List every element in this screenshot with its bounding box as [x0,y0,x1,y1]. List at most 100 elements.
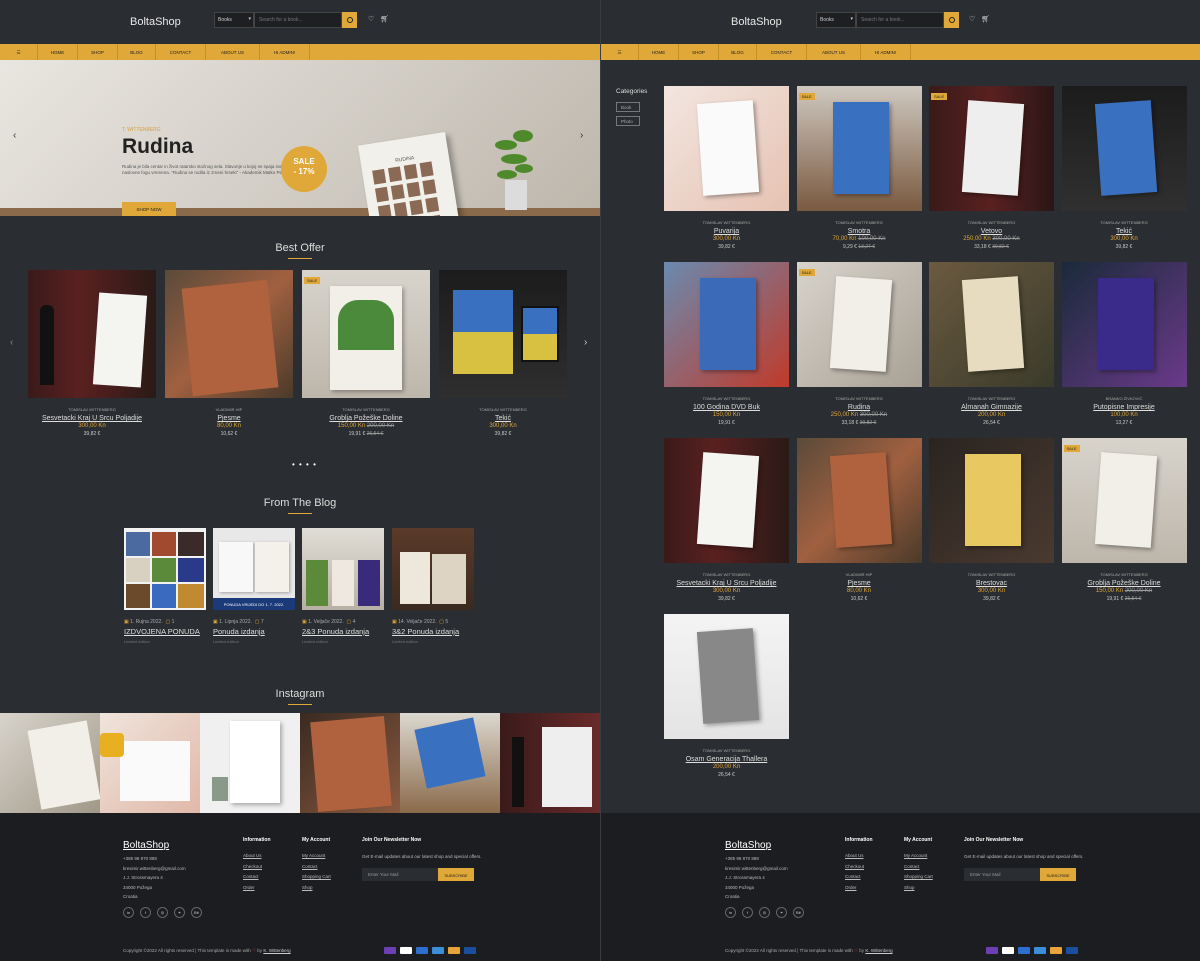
product-card[interactable]: SALE TOMISLAV WITTENBERG Groblja Požeške D… [1061,438,1187,602]
subscribe-button[interactable]: SUBSCRIBE [438,868,474,881]
product-title[interactable]: Pjesme [165,415,293,422]
product-image[interactable]: SALE [302,270,430,398]
nav-home[interactable]: HOME [639,44,679,60]
blog-post[interactable]: PONUDA VRIJEDI DO 1. 7. 2022. ▣ 1. Lipnj… [213,528,295,644]
product-title[interactable]: Pjesme [797,580,922,587]
blog-post-title[interactable]: Ponuda izdanja [213,627,295,636]
category-book[interactable]: Book [616,102,640,112]
nav-user[interactable]: HI ADMIN! [260,44,310,60]
footer-link-my-account[interactable]: My Account [302,853,331,858]
nav-home[interactable]: HOME [38,44,78,60]
wishlist-icon[interactable]: ♡ [368,15,374,23]
product-image[interactable] [796,438,922,563]
product-card[interactable]: TOMISLAV WITTENBERG Tekić 300,00 Kn 39,8… [439,270,567,437]
blog-post-title[interactable]: 3&2 Ponuda izdanja [392,627,474,636]
product-image[interactable] [28,270,156,398]
product-card[interactable]: TOMISLAV WITTENBERG Puvarija 300,00 Kn 39,8… [664,86,789,250]
product-image[interactable] [165,270,293,398]
product-image[interactable] [1061,262,1187,387]
behance-icon[interactable]: Bē [793,907,804,918]
footer-logo[interactable]: BoltaShop [725,840,771,851]
search-category-select[interactable]: Books [214,12,254,28]
instagram-image[interactable] [100,713,200,813]
footer-link-shop[interactable]: Shop [302,885,331,890]
facebook-icon[interactable]: f [140,907,151,918]
product-title[interactable]: Groblja Požeške Doline [1062,580,1187,587]
product-title[interactable]: Rudina [797,404,922,411]
logo[interactable]: BoltaShop [731,16,782,28]
nav-contact[interactable]: CONTACT [757,44,807,60]
logo[interactable]: BoltaShop [130,16,181,28]
product-title[interactable]: Putopisne Impresije [1062,404,1187,411]
product-card[interactable]: VLADIMIR HIP Pjesme 80,00 Kn 10,62 € [796,438,922,602]
product-card[interactable]: TOMISLAV WITTENBERG Sesvetacki Kraj U Sr… [28,270,156,437]
category-photo[interactable]: Photo [616,116,640,126]
product-card[interactable]: BRANKO ŽIVKOVIĆ Putopisne Impresije 100,00… [1061,262,1187,426]
newsletter-email-input[interactable]: Enter Your Mail [362,868,438,881]
product-image[interactable] [929,262,1054,387]
footer-link-contact[interactable]: Contact [302,864,331,869]
nav-menu-toggle[interactable]: ☰ [0,44,38,60]
product-title[interactable]: Brestovac [929,580,1054,587]
footer-link-about[interactable]: About Us [845,853,873,858]
product-card[interactable]: SALE TOMISLAV WITTENBERG Groblja Požeške… [302,270,430,437]
product-title[interactable]: Tekić [439,415,567,422]
instagram-icon[interactable]: ◎ [157,907,168,918]
product-title[interactable]: Puvarija [664,228,789,235]
blog-post-title[interactable]: 2&3 Ponuda izdanja [302,627,384,636]
blog-image[interactable] [124,528,206,610]
product-image[interactable] [439,270,567,398]
product-title[interactable]: Osam Generacija Thallera [664,756,789,763]
search-input[interactable]: Search for a book... [856,12,944,28]
nav-blog[interactable]: BLOG [118,44,156,60]
product-image[interactable] [664,262,789,387]
instagram-image[interactable] [500,713,600,813]
product-card[interactable]: SALE TOMISLAV WITTENBERG Vetovo 250,00 Kn 3… [929,86,1054,250]
footer-link-about[interactable]: About Us [243,853,271,858]
shop-now-button[interactable]: SHOP NOW [122,202,176,216]
blog-image[interactable]: PONUDA VRIJEDI DO 1. 7. 2022. [213,528,295,610]
footer-link-order[interactable]: Order [243,885,271,890]
subscribe-button[interactable]: SUBSCRIBE [1040,868,1076,881]
hero-prev-arrow[interactable]: ‹ [13,130,16,141]
search-category-select[interactable]: Books [816,12,856,28]
cart-icon[interactable]: 🛒︎ [380,15,389,23]
product-card[interactable]: TOMISLAV WITTENBERG Almanah Gimnazije 200,… [929,262,1054,426]
github-icon[interactable]: ⚭ [174,907,185,918]
product-image[interactable]: SALE [1061,438,1187,563]
nav-shop[interactable]: SHOP [679,44,719,60]
footer-link-shop[interactable]: Shop [904,885,933,890]
product-card[interactable]: TOMISLAV WITTENBERG Brestovac 300,00 Kn 39,… [929,438,1054,602]
nav-about-us[interactable]: ABOUT US [807,44,861,60]
best-offer-prev[interactable]: ‹ [10,337,13,348]
carousel-dots[interactable]: • • • • [292,460,317,469]
footer-link-contact[interactable]: Contact [845,874,873,879]
facebook-icon[interactable]: f [742,907,753,918]
instagram-image[interactable] [300,713,400,813]
nav-user[interactable]: HI ADMIN! [861,44,911,60]
product-image[interactable]: SALE [796,86,922,211]
product-image[interactable] [929,438,1054,563]
instagram-icon[interactable]: ◎ [759,907,770,918]
newsletter-email-input[interactable]: Enter Your Mail [964,868,1040,881]
blog-image[interactable] [302,528,384,610]
instagram-image[interactable] [0,713,100,813]
product-title[interactable]: Vetovo [929,228,1054,235]
product-title[interactable]: Sesvetacki Kraj U Srcu Poljadije [664,580,789,587]
wishlist-icon[interactable]: ♡ [969,15,975,23]
product-image[interactable] [664,438,789,563]
cart-icon[interactable]: 🛒︎ [981,15,990,23]
product-card[interactable]: VLADIMIR HIP Pjesme 80,00 Kn 10,62 € [165,270,293,437]
product-title[interactable]: 100 Godina DVD Buk [664,404,789,411]
product-title[interactable]: Smotra [797,228,922,235]
product-card[interactable]: TOMISLAV WITTENBERG Sesvetacki Kraj U Src… [664,438,789,602]
blog-post[interactable]: ▣ 1. Veljače 2022. ▢ 4 2&3 Ponuda izdanj… [302,528,384,644]
nav-about-us[interactable]: ABOUT US [206,44,260,60]
footer-link-contact[interactable]: Contact [243,874,271,879]
best-offer-next[interactable]: › [584,337,587,348]
product-image[interactable]: SALE [796,262,922,387]
footer-link-cart[interactable]: Shopping Cart [302,874,331,879]
search-button[interactable] [944,12,959,28]
linkedin-icon[interactable]: in [123,907,134,918]
product-image[interactable]: SALE [929,86,1054,211]
